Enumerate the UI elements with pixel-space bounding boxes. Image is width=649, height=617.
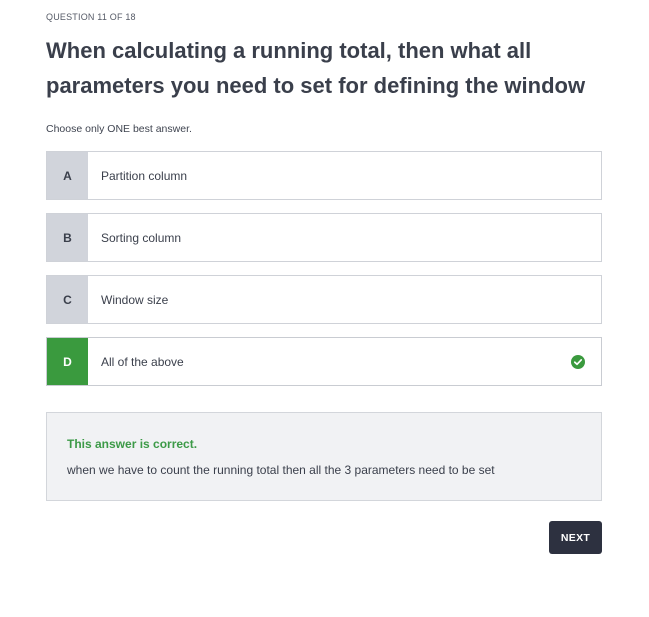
option-label: Partition column (101, 168, 188, 183)
question-counter: QUESTION 11 OF 18 (46, 12, 136, 22)
next-button[interactable]: NEXT (549, 521, 602, 554)
option-label: All of the above (101, 354, 184, 369)
option-a[interactable]: A Partition column (46, 151, 602, 200)
feedback-title: This answer is correct. (67, 437, 198, 451)
feedback-explanation: when we have to count the running total … (67, 463, 495, 477)
option-d[interactable]: D All of the above (46, 337, 602, 386)
option-label: Sorting column (101, 230, 182, 245)
option-letter: A (47, 152, 88, 199)
option-c[interactable]: C Window size (46, 275, 602, 324)
answer-instruction: Choose only ONE best answer. (46, 123, 192, 135)
check-circle-icon (571, 354, 585, 369)
feedback-panel: This answer is correct. when we have to … (46, 412, 602, 501)
option-letter: D (47, 338, 88, 385)
quiz-page: QUESTION 11 OF 18 When calculating a run… (0, 0, 649, 617)
option-b[interactable]: B Sorting column (46, 213, 602, 262)
option-letter: B (47, 214, 88, 261)
option-letter: C (47, 276, 88, 323)
option-label: Window size (101, 292, 169, 307)
question-text: When calculating a running total, then w… (46, 38, 586, 98)
